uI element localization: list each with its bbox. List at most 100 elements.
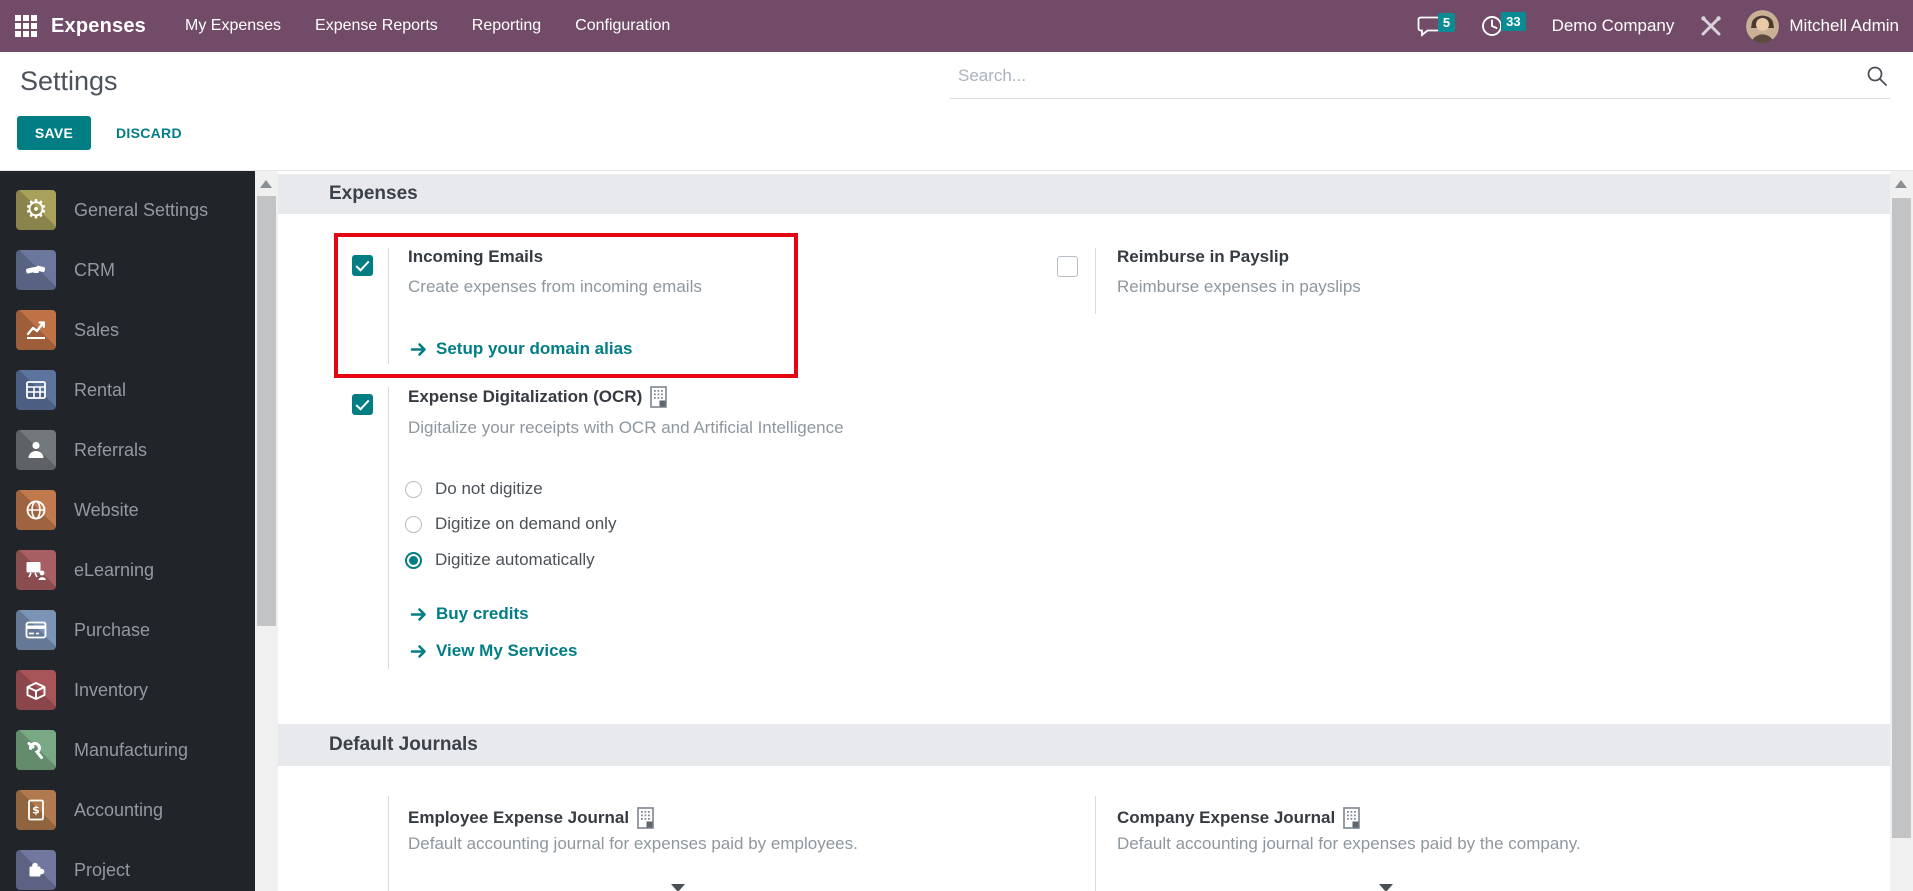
radio-label: Digitize automatically [435,550,595,569]
card-icon [16,610,56,650]
employee-journal-dropdown-caret[interactable] [671,884,685,891]
user-menu[interactable]: Mitchell Admin [1789,16,1899,36]
content-scrollbar[interactable] [1890,171,1913,891]
sidebar-item-sales[interactable]: Sales [0,300,255,360]
sidebar-scrollbar[interactable] [255,171,278,891]
sidebar-item-label: General Settings [74,199,209,220]
sidebar-item-crm[interactable]: CRM [0,240,255,300]
radio-label: Do not digitize [435,479,543,498]
company-journal-dropdown-caret[interactable] [1379,884,1393,891]
nav-item-expense-reports[interactable]: Expense Reports [298,0,455,52]
sidebar-item-label: Referrals [74,439,148,460]
sidebar-item-project[interactable]: Project [0,840,255,891]
svg-text:$: $ [32,804,40,817]
reimburse-payslip-label: Reimburse in Payslip [1117,247,1289,266]
radio-option-do-not-digitize[interactable]: Do not digitize [405,479,543,499]
reimburse-payslip-description: Reimburse expenses in payslips [1117,277,1361,296]
radio-option-digitize-automatically[interactable]: Digitize automatically [405,550,595,570]
sidebar-item-label: Sales [74,319,120,340]
sidebar-item-label: Rental [74,379,127,400]
radio-icon[interactable] [405,515,422,533]
presentation-icon [16,550,56,590]
activities-button[interactable]: 33 [1481,12,1526,38]
company-switcher[interactable]: Demo Company [1552,16,1675,36]
spreadsheet-icon [16,370,56,410]
radio-selected-icon[interactable] [405,551,422,569]
ocr-label: Expense Digitalization (OCR) [408,386,669,408]
divider [388,248,389,364]
setup-domain-alias-link[interactable]: Setup your domain alias [410,339,633,359]
sidebar-item-label: Accounting [74,799,164,820]
top-navbar: Expenses My Expenses Expense Reports Repor… [0,0,1913,52]
divider [1095,796,1096,891]
sidebar-item-rental[interactable]: Rental [0,360,255,420]
sidebar-item-referrals[interactable]: Referrals [0,420,255,480]
sidebar-item-label: Project [74,859,131,880]
search-input[interactable] [958,58,1838,94]
scrollbar-thumb[interactable] [257,196,276,626]
incoming-emails-checkbox[interactable] [352,255,373,276]
discard-button[interactable]: DISCARD [116,116,182,150]
company-journal-description: Default accounting journal for expenses … [1117,834,1581,853]
divider [388,796,389,891]
arrow-right-icon [410,342,426,356]
scroll-up-arrow[interactable] [1895,180,1907,188]
settings-sidebar: ⚙ General Settings CRM Sales Rental Referrals… [0,171,255,891]
apps-menu-icon[interactable] [15,15,37,37]
user-avatar[interactable] [1746,9,1780,43]
company-journal-label: Company Expense Journal [1117,807,1362,829]
nav-item-my-expenses[interactable]: My Expenses [168,0,298,52]
handshake-icon [16,250,56,290]
radio-option-digitize-on-demand-only[interactable]: Digitize on demand only [405,514,616,534]
messages-count-badge[interactable]: 5 [1437,12,1456,32]
radio-icon[interactable] [405,480,422,498]
sidebar-item-inventory[interactable]: Inventory [0,660,255,720]
sidebar-item-purchase[interactable]: Purchase [0,600,255,660]
incoming-emails-description: Create expenses from incoming emails [408,277,702,296]
ocr-description: Digitalize your receipts with OCR and Ar… [408,418,844,437]
sidebar-item-manufacturing[interactable]: Manufacturing [0,720,255,780]
reimburse-payslip-checkbox[interactable] [1057,256,1078,277]
nav-item-reporting[interactable]: Reporting [455,0,558,52]
sidebar-item-elearning[interactable]: eLearning [0,540,255,600]
page-title: Settings [20,66,118,96]
employee-journal-description: Default accounting journal for expenses … [408,834,858,853]
scroll-up-arrow[interactable] [260,180,272,188]
nav-item-configuration[interactable]: Configuration [558,0,687,52]
search-icon[interactable] [1866,65,1888,92]
invoice-icon: $ [16,790,56,830]
developer-tools-icon[interactable] [1698,13,1724,39]
view-my-services-link[interactable]: View My Services [410,641,577,661]
incoming-emails-label: Incoming Emails [408,247,544,266]
puzzle-icon [16,850,56,890]
section-header-expenses: Expenses [278,174,1890,214]
sidebar-item-accounting[interactable]: $ Accounting [0,780,255,840]
globe-icon [16,490,56,530]
control-panel: Settings SAVE DISCARD [0,52,1913,170]
messages-button[interactable]: 5 [1417,12,1456,38]
sidebar-item-label: Manufacturing [74,739,189,760]
save-button[interactable]: SAVE [17,116,91,150]
buy-credits-link[interactable]: Buy credits [410,604,529,624]
sidebar-item-general-settings[interactable]: ⚙ General Settings [0,180,255,240]
enterprise-icon [650,386,668,408]
activities-count-badge[interactable]: 33 [1501,12,1526,31]
wrench-icon [16,730,56,770]
sidebar-item-label: eLearning [74,559,155,580]
sidebar-item-label: Inventory [74,679,149,700]
arrow-right-icon [410,607,426,621]
box-icon [16,670,56,710]
ocr-checkbox[interactable] [352,394,373,415]
arrow-right-icon [410,644,426,658]
main-area: ⚙ General Settings CRM Sales Rental Referrals… [0,170,1913,891]
enterprise-icon [1343,807,1361,829]
settings-page: Expenses My Expenses Expense Reports Repor… [0,0,1913,891]
section-header-default-journals: Default Journals [278,724,1890,766]
settings-content: Expenses Incoming Emails Create expenses… [278,171,1890,891]
enterprise-icon [637,807,654,829]
sidebar-item-website[interactable]: Website [0,480,255,540]
person-icon [16,430,56,470]
navbar-right: 5 33 Demo Company Mitchell Admin [1417,9,1899,43]
app-title[interactable]: Expenses [51,15,146,38]
scrollbar-thumb[interactable] [1892,198,1911,838]
